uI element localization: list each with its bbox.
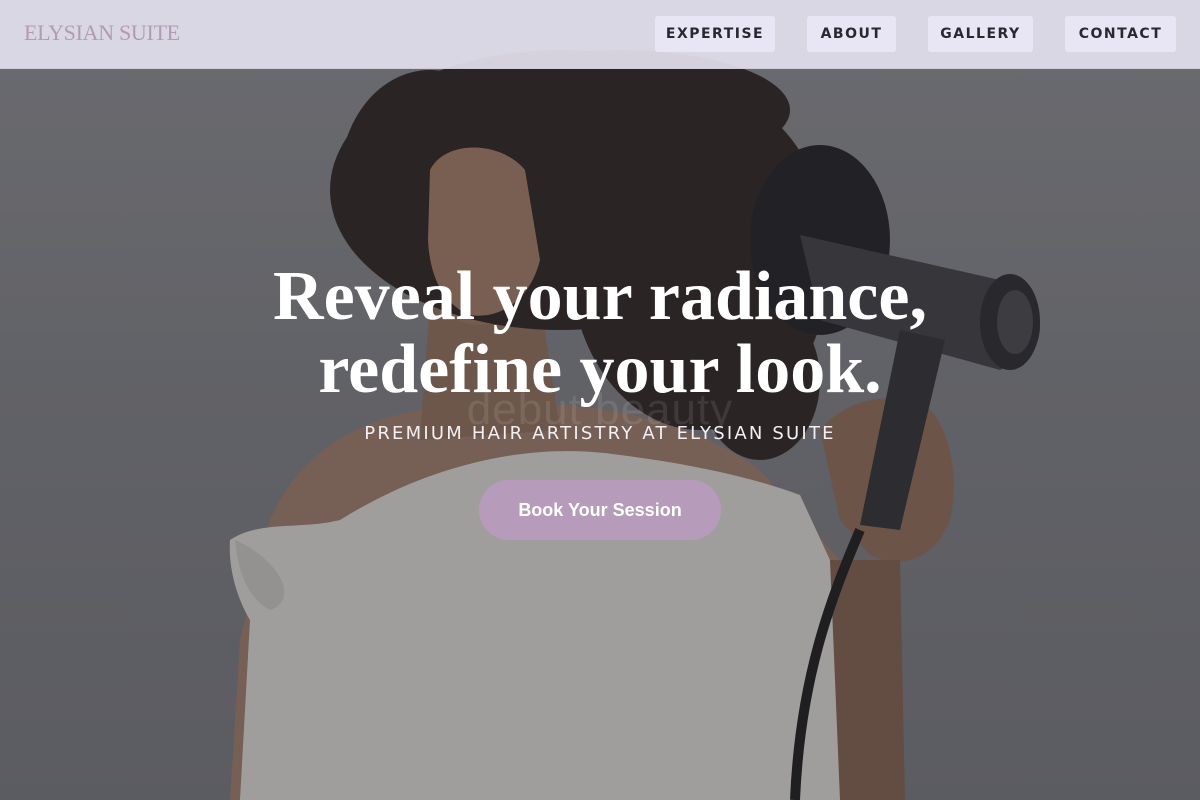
brand-logo[interactable]: ELYSIAN SUITE [24,20,180,46]
nav-link-gallery[interactable]: GALLERY [928,16,1033,52]
hero-headline: Reveal your radiance, redefine your look… [150,260,1050,406]
top-navbar: ELYSIAN SUITE EXPERTISE ABOUT GALLERY CO… [0,0,1200,69]
nav-link-about[interactable]: ABOUT [807,16,896,52]
nav-link-expertise[interactable]: EXPERTISE [655,16,775,52]
book-session-button[interactable]: Book Your Session [479,480,721,540]
hero-headline-line-2: redefine your look. [318,331,882,408]
hero-subtitle: PREMIUM HAIR ARTISTRY AT ELYSIAN SUITE [364,423,836,444]
nav-link-contact[interactable]: CONTACT [1065,16,1176,52]
hero-headline-line-1: Reveal your radiance, [273,258,927,335]
